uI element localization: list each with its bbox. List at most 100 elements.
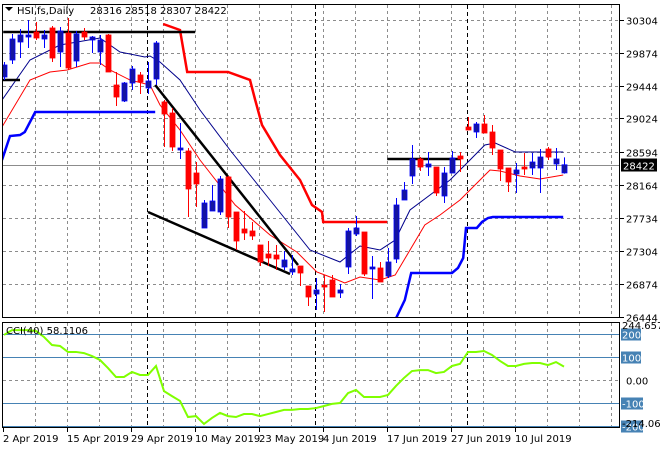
candle-bullish[interactable] bbox=[153, 41, 160, 85]
candle-body bbox=[465, 126, 472, 131]
candle-body bbox=[241, 228, 248, 234]
candle-bullish[interactable] bbox=[217, 176, 224, 215]
cci-min-label: -214.0625 bbox=[622, 419, 660, 430]
candle-body bbox=[65, 32, 72, 69]
y-tick-label: 27734 bbox=[626, 215, 658, 226]
candle-body bbox=[49, 27, 56, 59]
candle-body bbox=[385, 261, 392, 277]
y-tick-label: 28164 bbox=[626, 182, 658, 193]
candle-body bbox=[41, 34, 48, 40]
x-tick-label: 4 Jun 2019 bbox=[323, 434, 377, 445]
candle-bearish[interactable] bbox=[49, 26, 56, 62]
y-tick-label: 27304 bbox=[626, 248, 658, 259]
cci-indicator-label: CCI(40) 58.1106 bbox=[6, 326, 88, 337]
candle-bullish[interactable] bbox=[393, 198, 400, 263]
x-tick-label: 10 Jul 2019 bbox=[515, 434, 572, 445]
candle-body bbox=[473, 123, 480, 133]
candle-body bbox=[17, 34, 24, 43]
candle-body bbox=[545, 148, 552, 158]
candle-body bbox=[313, 289, 320, 295]
candle-body bbox=[265, 253, 272, 259]
candle-body bbox=[281, 259, 288, 268]
candle-body bbox=[273, 254, 280, 260]
candle-body bbox=[177, 147, 184, 151]
candle-body bbox=[401, 189, 408, 201]
candle-body bbox=[193, 172, 200, 185]
x-tick-label: 10 May 2019 bbox=[195, 434, 260, 445]
candle-bearish[interactable] bbox=[169, 108, 176, 151]
cci-level-label: 0.00 bbox=[626, 377, 648, 388]
candle-body bbox=[97, 39, 104, 53]
x-tick-label: 29 Apr 2019 bbox=[131, 434, 193, 445]
candle-body bbox=[249, 230, 256, 237]
candle-body bbox=[497, 149, 504, 170]
candle-body bbox=[417, 158, 424, 168]
candle-body bbox=[457, 155, 464, 160]
candle-body bbox=[441, 172, 448, 197]
candle-body bbox=[201, 202, 208, 229]
current-price-label: 28422 bbox=[623, 162, 655, 173]
candle-body bbox=[25, 34, 32, 38]
candle-body bbox=[529, 161, 536, 169]
candle-body bbox=[489, 131, 496, 149]
candle-body bbox=[9, 38, 16, 61]
y-tick-label: 29444 bbox=[626, 83, 658, 94]
candle-bearish[interactable] bbox=[433, 166, 440, 196]
cci-max-label: 244.6572 bbox=[622, 321, 660, 332]
candle-body bbox=[105, 34, 112, 73]
candle-body bbox=[289, 268, 296, 273]
candle-bullish[interactable] bbox=[201, 200, 208, 229]
x-tick-label: 2 Apr 2019 bbox=[3, 434, 58, 445]
symbol-timeframe-label: HSI,fs,Daily bbox=[17, 6, 74, 17]
candle-body bbox=[449, 157, 456, 174]
candle-body bbox=[153, 42, 160, 80]
ohlc-label: 28316 28518 28307 28422 bbox=[90, 6, 227, 17]
candle-body bbox=[321, 284, 328, 288]
hsi-daily-chart[interactable]: 30304 29874 29444 29024 28594 28164 27734 27304… bbox=[0, 0, 660, 450]
candle-body bbox=[137, 74, 144, 83]
y-tick-label: 30304 bbox=[626, 17, 658, 28]
x-tick-label: 17 Jun 2019 bbox=[387, 434, 447, 445]
candle-body bbox=[393, 204, 400, 260]
candle-body bbox=[73, 33, 80, 62]
candle-bearish[interactable] bbox=[361, 231, 368, 276]
candle-body bbox=[505, 167, 512, 183]
candle-body bbox=[57, 30, 64, 53]
candle-body bbox=[481, 123, 488, 134]
y-tick-label: 29024 bbox=[626, 115, 658, 126]
candle-body bbox=[225, 176, 232, 218]
candle-body bbox=[377, 267, 384, 283]
candle-bullish[interactable] bbox=[121, 82, 128, 102]
candle-body bbox=[161, 101, 168, 115]
candle-body bbox=[113, 84, 120, 98]
y-tick-label: 29874 bbox=[626, 50, 658, 61]
candle-body bbox=[145, 80, 152, 89]
candle-body bbox=[257, 244, 264, 263]
candle-body bbox=[425, 163, 432, 168]
x-tick-label: 23 May 2019 bbox=[259, 434, 324, 445]
x-tick-label: 15 Apr 2019 bbox=[67, 434, 129, 445]
candle-bearish[interactable] bbox=[105, 34, 112, 73]
chart-title: HSI,fs,Daily 28316 28518 28307 28422 bbox=[5, 6, 227, 17]
cci-level-label: 200 bbox=[622, 331, 641, 342]
candle-body bbox=[233, 211, 240, 242]
candle-body bbox=[209, 200, 216, 212]
candle-body bbox=[513, 169, 520, 175]
candle-body bbox=[305, 285, 312, 298]
y-tick-label: 26874 bbox=[626, 281, 658, 292]
candle-body bbox=[185, 150, 192, 190]
candle-body bbox=[369, 266, 376, 270]
candle-body bbox=[33, 31, 40, 39]
candle-body bbox=[433, 166, 440, 194]
x-tick-label: 27 Jun 2019 bbox=[451, 434, 511, 445]
candle-bullish[interactable] bbox=[345, 228, 352, 274]
candle-body bbox=[129, 68, 136, 84]
candle-body bbox=[353, 227, 360, 235]
candle-body bbox=[361, 231, 368, 275]
candle-body bbox=[521, 166, 528, 170]
candle-body bbox=[345, 230, 352, 268]
cci-level-label: -100 bbox=[622, 400, 645, 411]
candle-body bbox=[553, 158, 560, 165]
candle-body bbox=[217, 178, 224, 213]
candle-body bbox=[169, 112, 176, 148]
